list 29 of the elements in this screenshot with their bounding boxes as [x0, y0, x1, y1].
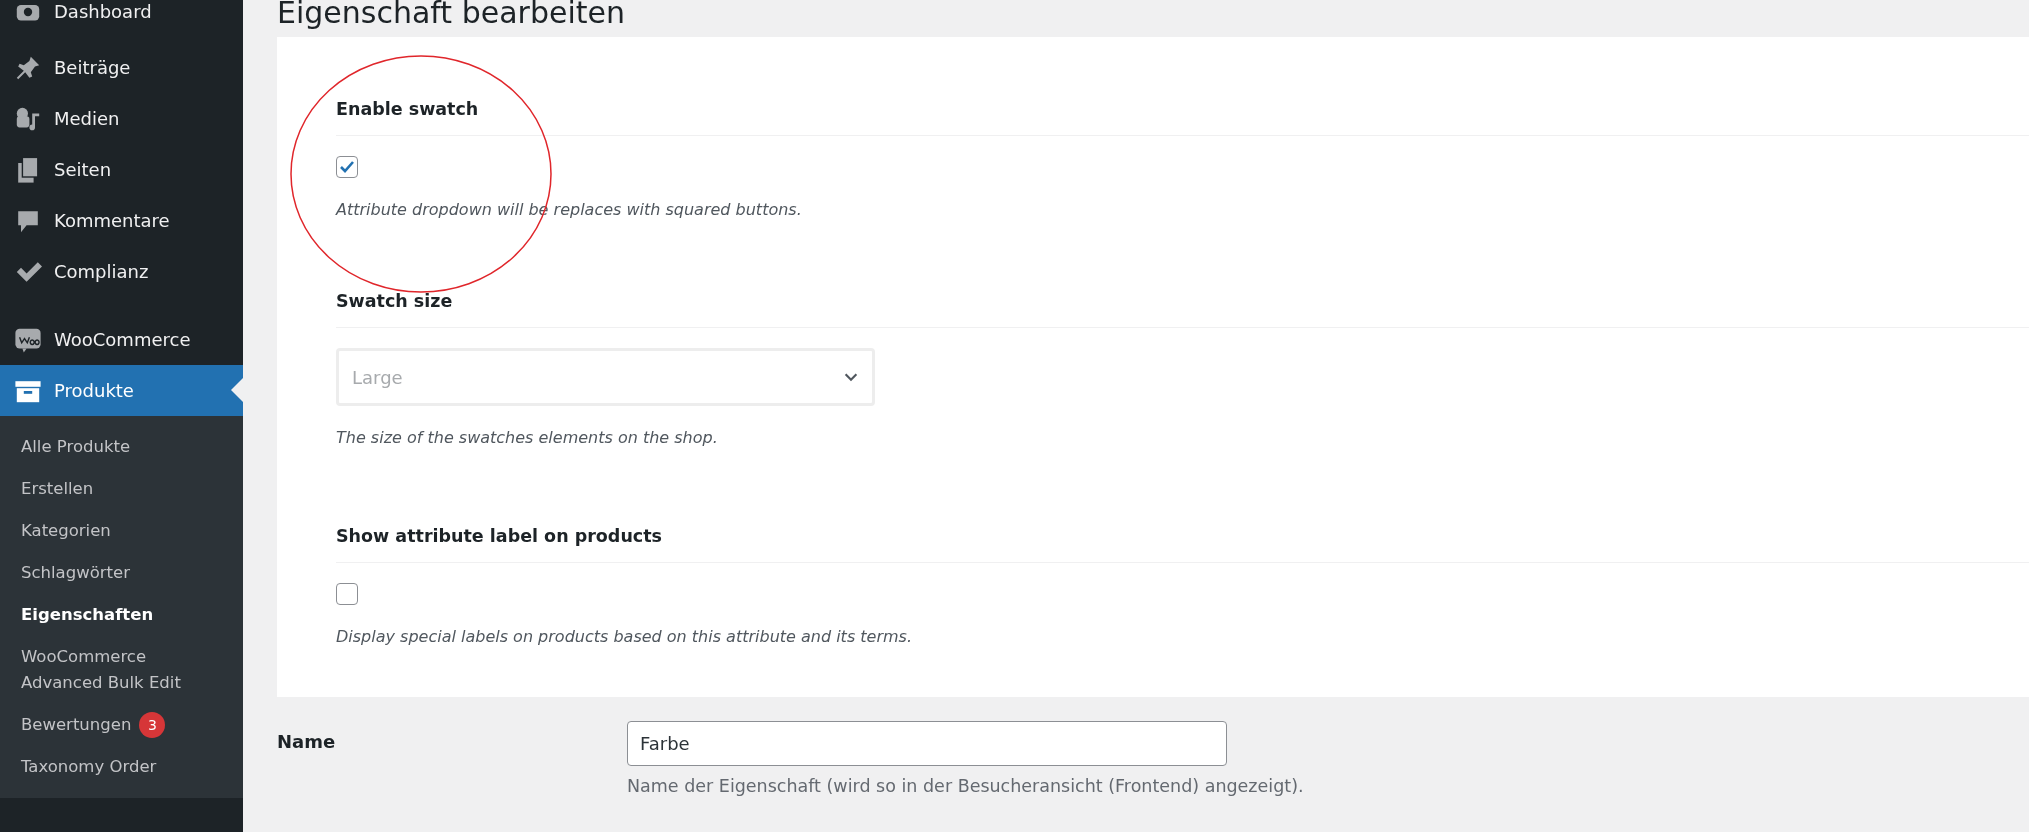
sidebar-menu-item[interactable]: Dashboard	[0, 0, 243, 37]
field-help-text: Name der Eigenschaft (wird so in der Besucheransicht (Frontend) angezeigt).	[627, 776, 1304, 796]
page-title: Eigenschaft bearbeiten	[277, 0, 626, 32]
submenu-item[interactable]: Schlagwörter	[0, 552, 243, 594]
submenu-item[interactable]: WooCommerce Advanced Bulk Edit	[0, 636, 243, 704]
sidebar-menu-item[interactable]: Beiträge	[0, 42, 243, 93]
setting-label: Show attribute label on products	[336, 512, 2029, 563]
field-label: Name	[277, 730, 337, 754]
checkbox[interactable]	[336, 583, 358, 605]
setting-label: Swatch size	[336, 277, 2029, 328]
submenu-item[interactable]: Eigenschaften	[0, 594, 243, 636]
sidebar-menu-item[interactable]: Produkte	[0, 365, 243, 416]
submenu-item[interactable]: Kategorien	[0, 510, 243, 552]
submenu-item[interactable]: Bewertungen 3	[0, 704, 243, 746]
sidebar-menu-item[interactable]: Medien	[0, 93, 243, 144]
setting-description: The size of the swatches elements on the shop.	[336, 427, 719, 449]
submenu-item[interactable]: Taxonomy Order	[0, 746, 243, 788]
sidebar-menu-item[interactable]: Kommentare	[0, 195, 243, 246]
checkbox[interactable]	[336, 156, 358, 178]
submenu-item[interactable]: Erstellen	[0, 468, 243, 510]
name-input[interactable]: Farbe	[627, 721, 1227, 766]
sidebar-menu-item[interactable]: Seiten	[0, 144, 243, 195]
sidebar-menu-item[interactable]: Complianz	[0, 246, 243, 297]
setting-label: Enable swatch	[336, 85, 2029, 136]
submenu-item[interactable]: Alle Produkte	[0, 426, 243, 468]
current-pointer-icon	[231, 378, 243, 402]
count-badge: 3	[139, 712, 166, 738]
setting-description: Display special labels on products based on this attribute and its terms.	[336, 626, 913, 648]
sidebar-menu-item[interactable]: WooCommerce	[0, 314, 243, 365]
